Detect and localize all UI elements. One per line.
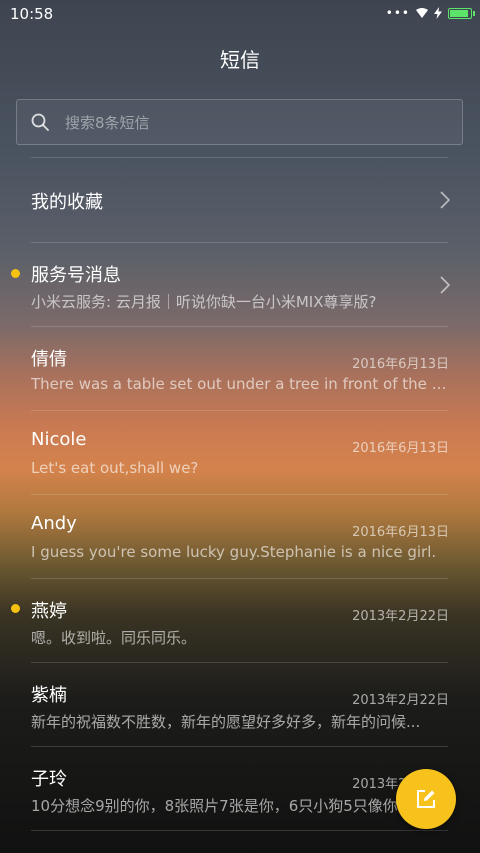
message-date: 2016年6月13日 [352,357,449,372]
conversation-row-service[interactable]: 服务号消息 小米云服务: 云月报｜听说你缺一台小米MIX尊享版? [0,243,480,327]
conversation-row[interactable]: 倩倩 2016年6月13日 There was a table set out … [0,327,480,411]
divider [31,830,448,831]
message-date: 2013年2月22日 [352,693,449,708]
conversation-row[interactable]: 燕婷 2013年2月22日 嗯。收到啦。同乐同乐。 [0,579,480,663]
message-date: 2013年2月22日 [352,609,449,624]
message-date: 2016年6月13日 [352,525,449,540]
unread-dot [11,269,20,278]
favorites-label: 我的收藏 [31,192,103,213]
message-date: 2016年6月13日 [352,441,449,456]
conversation-row[interactable]: Nicole 2016年6月13日 Let's eat out,shall we… [0,411,480,495]
contact-name: 子玲 [31,769,67,790]
conversation-row[interactable]: Andy 2016年6月13日 I guess you're some luck… [0,495,480,579]
contact-name: Nicole [31,429,87,450]
conversation-row[interactable]: 紫楠 2013年2月22日 新年的祝福数不胜数，新年的愿望好多好多，新年的问候.… [0,663,480,747]
message-preview: Let's eat out,shall we? [31,459,199,477]
message-preview: 新年的祝福数不胜数，新年的愿望好多好多，新年的问候... [31,713,421,731]
message-preview: 小米云服务: 云月报｜听说你缺一台小米MIX尊享版? [31,293,377,311]
message-preview: 10分想念9别的你，8张照片7张是你，6只小狗5只像你... [31,797,413,815]
message-preview: I guess you're some lucky guy.Stephanie … [31,543,437,561]
chevron-right-icon [440,276,450,294]
wifi-icon [416,8,428,18]
charging-icon [434,7,442,19]
chevron-right-icon [440,191,450,209]
page-title: 短信 [220,48,260,72]
contact-name: 紫楠 [31,685,67,706]
unread-dot [11,604,20,613]
compose-button[interactable] [396,769,456,829]
contact-name: 燕婷 [31,601,67,622]
more-dots-icon: ••• [385,6,410,20]
search-box[interactable] [16,99,463,146]
battery-icon [448,7,475,19]
message-preview: 嗯。收到啦。同乐同乐。 [31,629,197,647]
contact-name: 服务号消息 [31,265,121,286]
contact-name: Andy [31,513,77,534]
status-bar: 10:58 ••• [0,0,480,28]
status-icons: ••• [385,6,475,20]
contact-name: 倩倩 [31,349,67,370]
message-preview: There was a table set out under a tree i… [31,375,448,393]
status-time: 10:58 [10,5,54,23]
search-input[interactable] [63,100,447,146]
search-icon [31,113,49,131]
compose-icon [417,790,435,808]
favorites-row[interactable]: 我的收藏 [0,158,480,242]
